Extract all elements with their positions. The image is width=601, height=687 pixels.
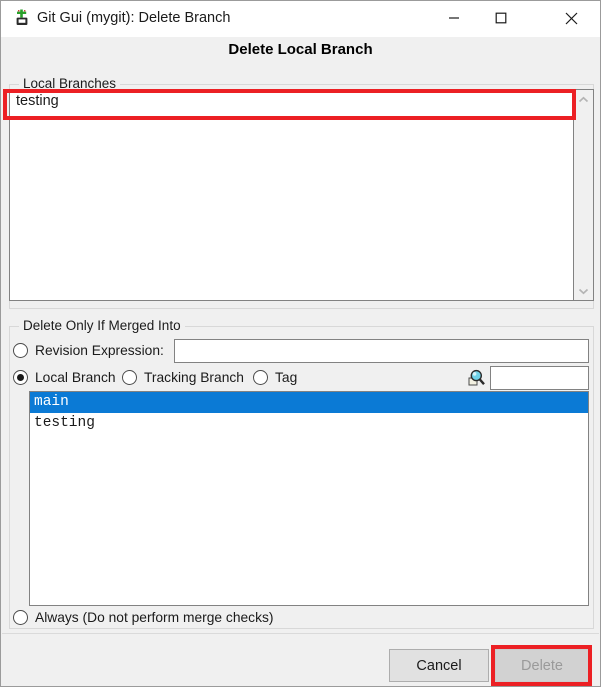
delete-branch-dialog: Git Gui (mygit): Delete Branch Delete Lo… <box>0 0 601 687</box>
local-branches-scrollbar[interactable] <box>573 89 594 301</box>
minimize-button[interactable] <box>431 1 477 35</box>
radio-indicator <box>122 370 137 385</box>
radio-revision-expression[interactable]: Revision Expression: <box>13 343 164 358</box>
maximize-button[interactable] <box>478 1 524 35</box>
list-item[interactable]: main <box>30 392 588 413</box>
radio-indicator <box>13 343 28 358</box>
radio-indicator <box>13 610 28 625</box>
radio-indicator <box>253 370 268 385</box>
radio-label: Tag <box>275 370 298 385</box>
local-branches-list[interactable]: testing <box>9 89 574 301</box>
page-title: Delete Local Branch <box>228 41 373 58</box>
chevron-down-icon <box>578 282 589 300</box>
magnifier-icon[interactable] <box>467 368 487 388</box>
git-gui-icon <box>13 9 31 27</box>
title-bar: Git Gui (mygit): Delete Branch <box>1 1 600 37</box>
scroll-down-button[interactable] <box>574 281 593 300</box>
radio-local-branch[interactable]: Local Branch <box>13 370 116 385</box>
delete-button[interactable]: Delete <box>495 649 589 682</box>
cancel-button[interactable]: Cancel <box>389 649 489 682</box>
radio-label: Tracking Branch <box>144 370 244 385</box>
list-item[interactable]: testing <box>30 413 588 434</box>
footer-divider <box>2 633 599 634</box>
minimize-icon <box>448 12 460 24</box>
merged-into-legend: Delete Only If Merged Into <box>19 318 185 333</box>
merged-branch-list[interactable]: main testing <box>29 391 589 606</box>
chevron-up-icon <box>578 91 589 109</box>
radio-tracking-branch[interactable]: Tracking Branch <box>122 370 244 385</box>
scroll-up-button[interactable] <box>574 90 593 109</box>
revision-expression-input[interactable] <box>174 339 589 363</box>
close-button[interactable] <box>548 1 594 35</box>
radio-tag[interactable]: Tag <box>253 370 297 385</box>
maximize-icon <box>495 12 507 24</box>
list-item[interactable]: testing <box>10 90 573 109</box>
radio-always[interactable]: Always (Do not perform merge checks) <box>13 610 273 625</box>
search-input[interactable] <box>490 366 589 390</box>
radio-label: Always (Do not perform merge checks) <box>35 610 274 625</box>
close-icon <box>565 12 578 25</box>
radio-label: Revision Expression: <box>35 343 164 358</box>
window-title: Git Gui (mygit): Delete Branch <box>37 10 231 26</box>
radio-label: Local Branch <box>35 370 116 385</box>
radio-indicator <box>13 370 28 385</box>
